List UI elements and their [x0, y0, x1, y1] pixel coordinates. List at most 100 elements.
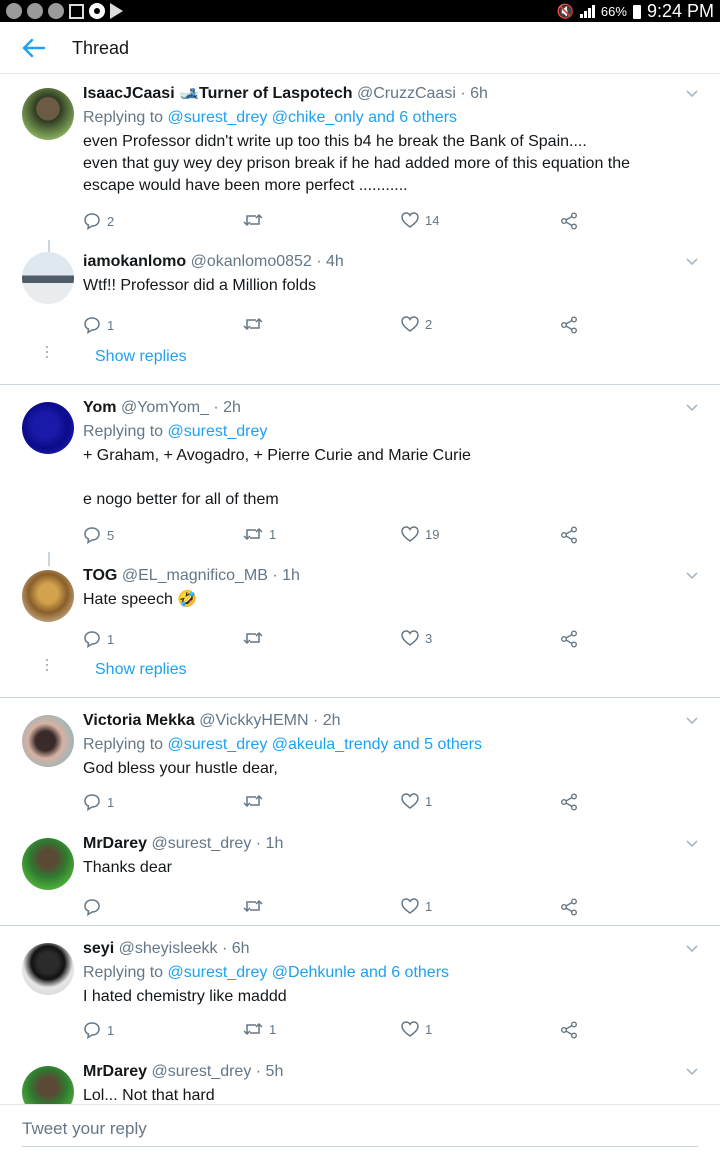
- like-button[interactable]: 2: [401, 316, 432, 332]
- reply-icon: [84, 527, 100, 544]
- reply-count: 1: [107, 1022, 115, 1038]
- chevron-down-icon[interactable]: [686, 945, 698, 953]
- author-handle: @sheyisleekk · 6h: [118, 940, 250, 957]
- tweet-actions: 1 1: [83, 793, 583, 813]
- chevron-down-icon[interactable]: [686, 404, 698, 412]
- mention-link[interactable]: @surest_drey @Dehkunle and 6 others: [168, 964, 450, 981]
- reply-button[interactable]: 1: [83, 793, 114, 811]
- avatar[interactable]: [22, 943, 74, 995]
- battery-icon: [632, 4, 641, 19]
- heart-icon: [401, 630, 419, 646]
- show-replies-link[interactable]: Show replies: [95, 661, 187, 679]
- author-name[interactable]: IsaacJCaasi 🎿Turner of Laspotech: [83, 85, 353, 102]
- retweet-button[interactable]: [243, 630, 269, 646]
- reply-button[interactable]: 2: [83, 212, 114, 230]
- share-button[interactable]: [560, 630, 578, 648]
- avatar[interactable]: [22, 715, 74, 767]
- like-button[interactable]: 1: [401, 793, 432, 809]
- like-button[interactable]: 1: [401, 1021, 432, 1037]
- retweet-button[interactable]: [243, 898, 269, 914]
- reply-count: 1: [107, 794, 115, 810]
- reply-button[interactable]: [83, 898, 107, 916]
- avatar[interactable]: [22, 1066, 74, 1104]
- share-button[interactable]: [560, 316, 578, 334]
- heart-icon: [401, 898, 419, 914]
- show-replies-link[interactable]: Show replies: [95, 348, 187, 366]
- retweet-button[interactable]: [243, 212, 269, 228]
- app-notification-icon: [6, 3, 22, 19]
- chevron-down-icon[interactable]: [686, 90, 698, 98]
- replying-to: Replying to @surest_drey @chike_only and…: [83, 109, 458, 126]
- reply-composer: Tweet your reply: [0, 1104, 720, 1152]
- chevron-down-icon[interactable]: [686, 1068, 698, 1076]
- mention-link[interactable]: @surest_drey @akeula_trendy and 5 others: [168, 736, 482, 753]
- like-count: 14: [425, 212, 440, 228]
- avatar[interactable]: [22, 838, 74, 890]
- author-name[interactable]: Yom: [83, 399, 116, 416]
- reply-icon: [84, 631, 100, 648]
- share-button[interactable]: [560, 526, 578, 544]
- author-handle: @surest_drey · 5h: [151, 1063, 284, 1080]
- heart-icon: [401, 316, 419, 332]
- chevron-down-icon[interactable]: [686, 258, 698, 266]
- mention-link[interactable]: @surest_drey @chike_only and 6 others: [168, 109, 458, 126]
- back-arrow-icon[interactable]: [20, 36, 46, 60]
- chevron-down-icon[interactable]: [686, 840, 698, 848]
- tweet-text: + Graham, + Avogadro, + Pierre Curie and…: [83, 447, 471, 508]
- like-button[interactable]: 19: [401, 526, 439, 542]
- retweet-button[interactable]: 1: [243, 1021, 276, 1037]
- author-name[interactable]: iamokanlomo: [83, 253, 186, 270]
- chevron-down-icon[interactable]: [686, 572, 698, 580]
- share-icon: [561, 526, 577, 544]
- share-icon: [561, 316, 577, 334]
- reply-icon: [84, 1022, 100, 1039]
- retweet-count: 1: [269, 526, 277, 542]
- app-notification-icon: [48, 3, 64, 19]
- heart-icon: [401, 526, 419, 542]
- author-name[interactable]: seyi: [83, 940, 114, 957]
- avatar[interactable]: [22, 402, 74, 454]
- retweet-button[interactable]: [243, 793, 269, 809]
- retweet-icon: [243, 631, 263, 645]
- retweet-button[interactable]: [243, 316, 269, 332]
- reply-icon: [84, 794, 100, 811]
- tweet-actions: 1 1 1: [83, 1021, 583, 1041]
- tweet-text: Hate speech 🤣: [83, 591, 198, 608]
- mention-link[interactable]: @surest_drey: [168, 423, 268, 440]
- author-name[interactable]: MrDarey: [83, 835, 147, 852]
- divider: [0, 384, 720, 385]
- chevron-down-icon[interactable]: [686, 717, 698, 725]
- share-button[interactable]: [560, 1021, 578, 1039]
- author-name[interactable]: Victoria Mekka: [83, 712, 195, 729]
- avatar[interactable]: [22, 88, 74, 140]
- author-name[interactable]: TOG: [83, 567, 117, 584]
- chrome-icon: [89, 3, 105, 19]
- reply-icon: [84, 317, 100, 334]
- play-store-icon: [110, 3, 123, 19]
- tweet-actions: 1: [83, 898, 583, 918]
- share-icon: [561, 1021, 577, 1039]
- author-handle: @surest_drey · 1h: [151, 835, 284, 852]
- thread-line: [48, 552, 50, 566]
- clock: 9:24 PM: [646, 1, 714, 21]
- like-button[interactable]: 1: [401, 898, 432, 914]
- reply-button[interactable]: 1: [83, 316, 114, 334]
- reply-button[interactable]: 1: [83, 630, 114, 648]
- replying-to: Replying to @surest_drey @akeula_trendy …: [83, 736, 482, 753]
- reply-button[interactable]: 1: [83, 1021, 114, 1039]
- retweet-button[interactable]: 1: [243, 526, 276, 542]
- like-count: 1: [425, 793, 433, 809]
- thread-feed[interactable]: IsaacJCaasi 🎿Turner of Laspotech @CruzzC…: [0, 74, 720, 1104]
- share-button[interactable]: [560, 212, 578, 230]
- reply-input[interactable]: Tweet your reply: [22, 1119, 698, 1147]
- avatar[interactable]: [22, 570, 74, 622]
- top-bar: Thread: [0, 22, 720, 74]
- like-button[interactable]: 3: [401, 630, 432, 646]
- reply-icon: [84, 213, 100, 230]
- share-button[interactable]: [560, 793, 578, 811]
- like-button[interactable]: 14: [401, 212, 439, 228]
- author-name[interactable]: MrDarey: [83, 1063, 147, 1080]
- share-button[interactable]: [560, 898, 578, 916]
- reply-button[interactable]: 5: [83, 526, 114, 544]
- avatar[interactable]: [22, 252, 74, 304]
